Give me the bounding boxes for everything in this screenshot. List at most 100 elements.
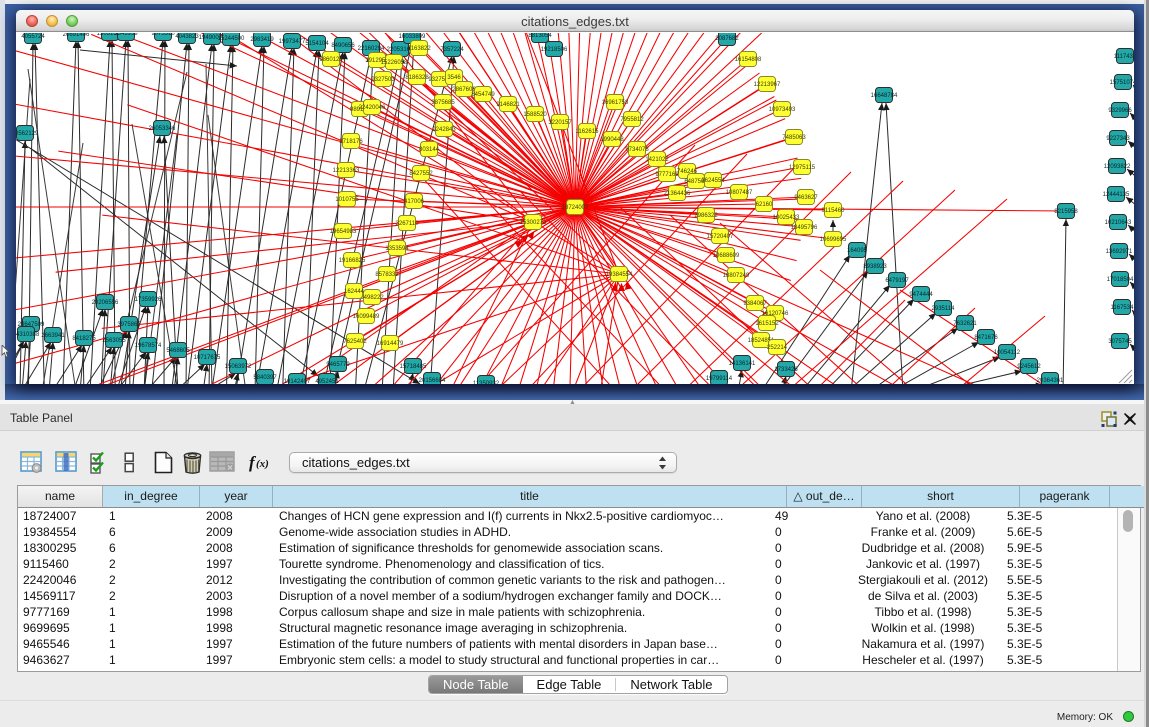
svg-text:417006: 417006 bbox=[404, 199, 425, 205]
svg-text:3220157: 3220157 bbox=[548, 120, 572, 126]
svg-text:1353594: 1353594 bbox=[385, 246, 409, 252]
svg-text:12444135: 12444135 bbox=[1103, 192, 1130, 198]
svg-text:12093822: 12093822 bbox=[1104, 164, 1131, 170]
svg-text:2718176: 2718176 bbox=[339, 139, 363, 145]
svg-text:21364436: 21364436 bbox=[664, 191, 691, 197]
svg-text:5154104: 5154104 bbox=[305, 41, 329, 47]
svg-text:(x): (x) bbox=[256, 458, 269, 470]
svg-text:18495796: 18495796 bbox=[791, 225, 818, 231]
svg-text:1588520: 1588520 bbox=[523, 112, 547, 118]
svg-text:20691406: 20691406 bbox=[63, 33, 90, 38]
svg-text:16154808: 16154808 bbox=[735, 57, 762, 63]
svg-text:16914479: 16914479 bbox=[377, 341, 404, 347]
svg-text:7955812: 7955812 bbox=[620, 117, 644, 123]
svg-text:19166825: 19166825 bbox=[339, 258, 366, 264]
svg-text:7357224: 7357224 bbox=[440, 47, 464, 53]
svg-text:18724007: 18724007 bbox=[562, 205, 589, 211]
svg-text:9860124: 9860124 bbox=[319, 57, 343, 63]
svg-text:9075310: 9075310 bbox=[151, 33, 175, 37]
svg-text:8813054: 8813054 bbox=[528, 33, 552, 39]
svg-text:10054112: 10054112 bbox=[994, 350, 1021, 356]
svg-text:7632621: 7632621 bbox=[953, 321, 977, 327]
svg-text:8938923: 8938923 bbox=[863, 264, 887, 270]
svg-text:15226058: 15226058 bbox=[381, 60, 408, 66]
svg-text:8490656: 8490656 bbox=[331, 43, 355, 49]
svg-text:9384067: 9384067 bbox=[743, 301, 767, 307]
svg-text:9146821: 9146821 bbox=[496, 102, 520, 108]
svg-text:19218506: 19218506 bbox=[541, 47, 568, 53]
svg-text:3546: 3546 bbox=[447, 75, 461, 81]
svg-text:2087682: 2087682 bbox=[715, 36, 739, 42]
svg-text:7163822: 7163822 bbox=[407, 46, 431, 52]
svg-text:162444: 162444 bbox=[344, 289, 365, 295]
svg-text:803144: 803144 bbox=[419, 147, 440, 153]
svg-text:2563055: 2563055 bbox=[102, 338, 126, 344]
svg-text:12213967: 12213967 bbox=[754, 82, 781, 88]
svg-text:16033809: 16033809 bbox=[399, 34, 426, 40]
svg-text:1010755: 1010755 bbox=[335, 197, 359, 203]
svg-text:15718485: 15718485 bbox=[400, 364, 427, 370]
svg-text:4043823: 4043823 bbox=[175, 34, 199, 40]
svg-text:3875685: 3875685 bbox=[431, 100, 455, 106]
svg-text:3498222: 3498222 bbox=[360, 295, 384, 301]
svg-text:4055724: 4055724 bbox=[21, 34, 45, 40]
svg-text:17359926: 17359926 bbox=[135, 297, 162, 303]
svg-text:10699695: 10699695 bbox=[820, 237, 847, 243]
svg-text:22420046: 22420046 bbox=[359, 105, 386, 111]
svg-text:7485063: 7485063 bbox=[782, 135, 806, 141]
svg-text:3975867: 3975867 bbox=[117, 322, 141, 328]
svg-text:6479197: 6479197 bbox=[885, 278, 909, 284]
svg-text:2663941: 2663941 bbox=[41, 333, 65, 339]
svg-text:10717675: 10717675 bbox=[194, 355, 221, 361]
svg-text:10210643: 10210643 bbox=[1105, 220, 1132, 226]
svg-text:12213363: 12213363 bbox=[333, 168, 360, 174]
svg-text:20156684: 20156684 bbox=[419, 378, 446, 384]
svg-text:17018504: 17018504 bbox=[1107, 277, 1134, 283]
svg-text:9329966: 9329966 bbox=[1108, 108, 1132, 114]
svg-text:164095: 164095 bbox=[847, 248, 868, 254]
svg-text:20206556: 20206556 bbox=[92, 300, 119, 306]
svg-text:9115460: 9115460 bbox=[822, 208, 846, 214]
svg-text:8471676: 8471676 bbox=[974, 335, 998, 341]
svg-text:252214: 252214 bbox=[767, 345, 788, 351]
svg-text:10688609: 10688609 bbox=[713, 253, 740, 259]
svg-text:19384554: 19384554 bbox=[606, 272, 633, 278]
svg-text:15751074: 15751074 bbox=[1110, 80, 1134, 86]
svg-text:26053346: 26053346 bbox=[149, 126, 176, 132]
svg-text:16961758: 16961758 bbox=[602, 100, 629, 106]
svg-text:9777169: 9777169 bbox=[655, 172, 679, 178]
svg-text:15300273: 15300273 bbox=[520, 220, 547, 226]
svg-text:1421022: 1421022 bbox=[645, 157, 669, 163]
svg-text:19678574: 19678574 bbox=[135, 343, 162, 349]
svg-text:8427552: 8427552 bbox=[409, 171, 433, 177]
svg-text:8578332: 8578332 bbox=[375, 272, 399, 278]
svg-text:9245612: 9245612 bbox=[1017, 364, 1041, 370]
svg-text:1990448: 1990448 bbox=[600, 137, 624, 143]
svg-text:5840397: 5840397 bbox=[253, 375, 277, 381]
svg-text:15244500: 15244500 bbox=[218, 36, 245, 42]
svg-text:1162615: 1162615 bbox=[576, 129, 600, 135]
svg-text:18807249: 18807249 bbox=[723, 273, 750, 279]
svg-text:3075745: 3075745 bbox=[1108, 339, 1132, 345]
svg-text:1733426: 1733426 bbox=[774, 367, 798, 373]
svg-text:9734078: 9734078 bbox=[625, 147, 649, 153]
svg-text:20364361: 20364361 bbox=[1037, 378, 1064, 384]
svg-text:10807487: 10807487 bbox=[726, 190, 753, 196]
svg-text:9465779: 9465779 bbox=[326, 362, 350, 368]
svg-text:13692971: 13692971 bbox=[1106, 249, 1133, 255]
svg-text:15720407: 15720407 bbox=[707, 234, 734, 240]
svg-text:8215958: 8215958 bbox=[1054, 209, 1078, 215]
svg-text:5468605: 5468605 bbox=[166, 348, 190, 354]
svg-text:8186328: 8186328 bbox=[405, 75, 429, 81]
svg-text:15063972: 15063972 bbox=[225, 364, 252, 370]
svg-text:9463627: 9463627 bbox=[794, 195, 818, 201]
svg-text:12975115: 12975115 bbox=[789, 165, 816, 171]
svg-text:1615152: 1615152 bbox=[755, 321, 779, 327]
svg-text:11350932: 11350932 bbox=[473, 381, 500, 384]
svg-text:2983419: 2983419 bbox=[250, 37, 274, 43]
svg-text:1167534: 1167534 bbox=[1111, 305, 1134, 311]
svg-text:22160294: 22160294 bbox=[358, 46, 385, 52]
svg-text:8418275: 8418275 bbox=[72, 336, 96, 342]
svg-text:62160: 62160 bbox=[756, 202, 773, 208]
svg-text:20562129: 20562129 bbox=[16, 131, 39, 137]
